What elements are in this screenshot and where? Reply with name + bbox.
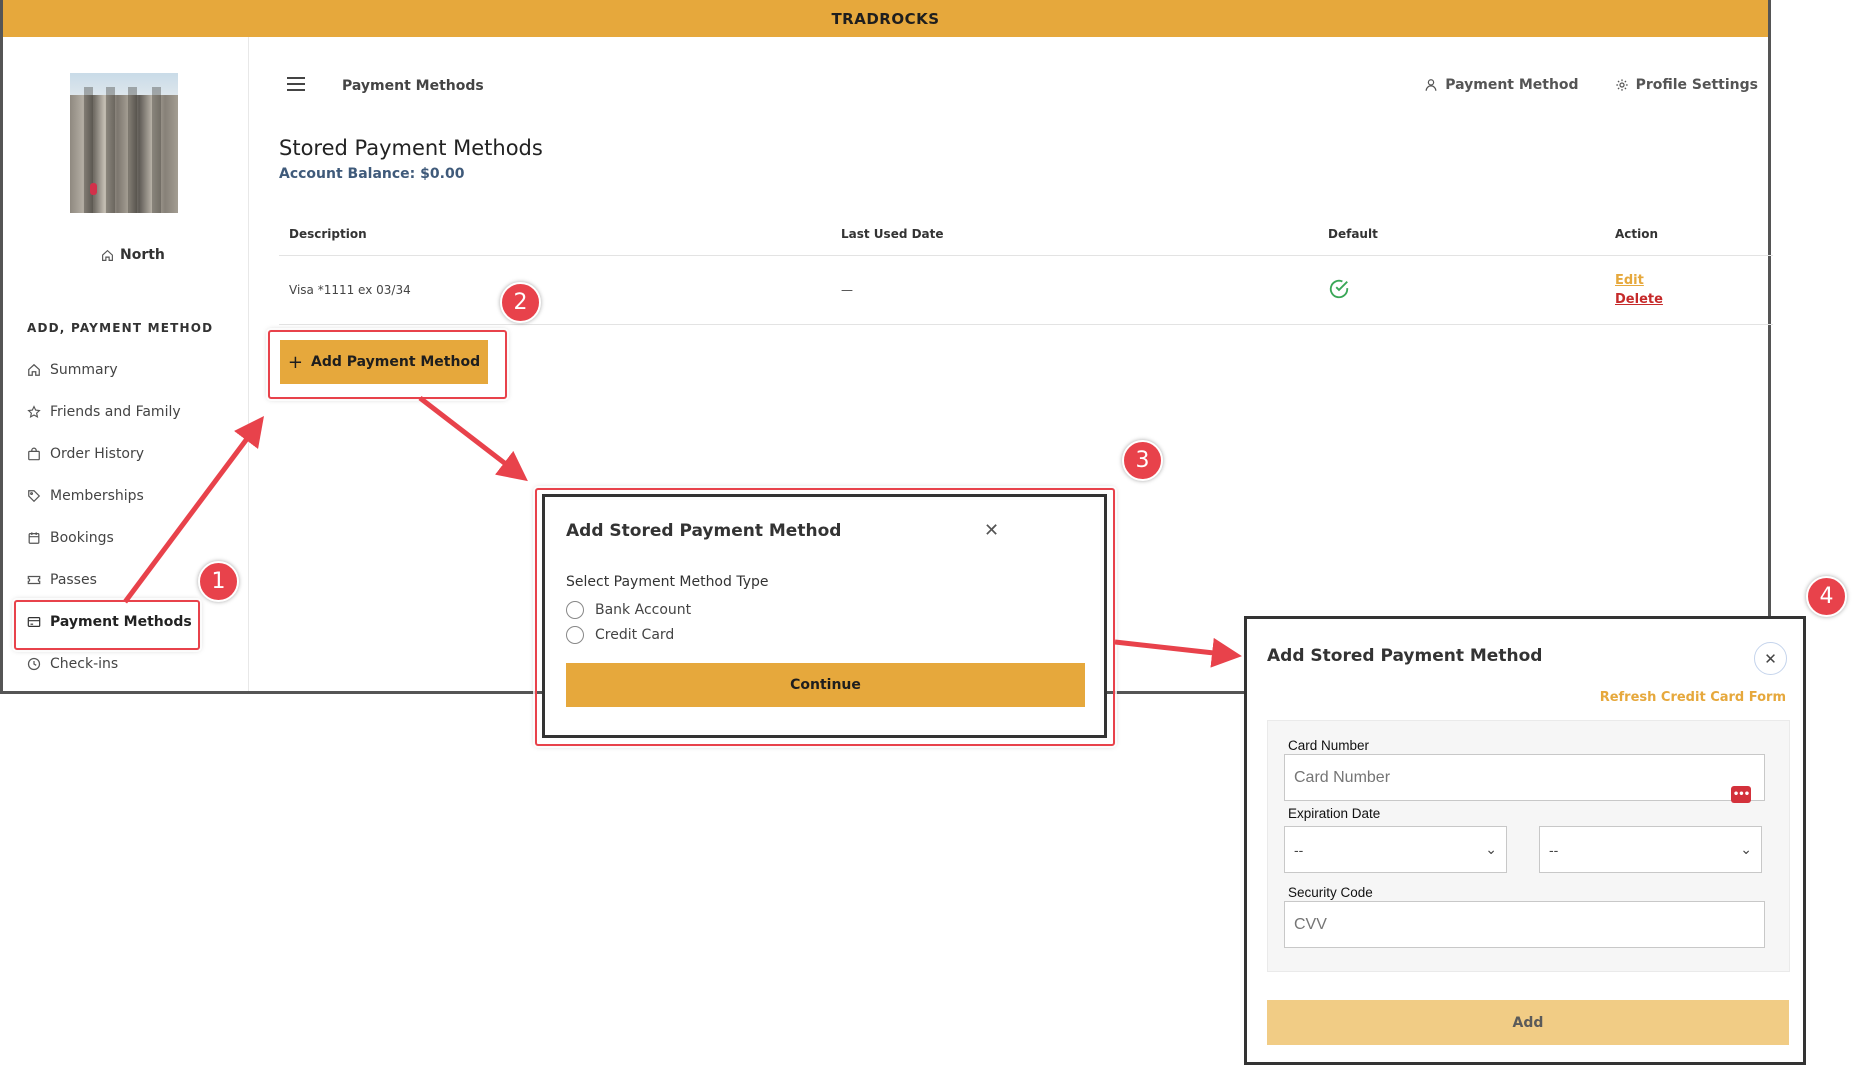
expiration-month-value: -- — [1294, 841, 1304, 858]
radio-bank-account[interactable]: Bank Account — [566, 601, 691, 619]
shopping-bag-icon — [28, 447, 40, 461]
radio-button[interactable] — [566, 601, 584, 619]
sidebar-item-payment-methods[interactable]: Payment Methods — [27, 601, 247, 643]
credit-card-form: Card Number ••• Expiration Date -- ⌄ -- … — [1267, 720, 1790, 972]
security-code-label: Security Code — [1288, 885, 1373, 900]
location-name: North — [120, 247, 165, 263]
clock-icon — [27, 657, 41, 671]
continue-button[interactable]: Continue — [566, 663, 1085, 707]
sidebar-item-friends-and-family[interactable]: Friends and Family — [27, 391, 247, 433]
account-balance: Account Balance: $0.00 — [279, 166, 465, 182]
card-number-label: Card Number — [1288, 738, 1370, 753]
profile-settings-link-label: Profile Settings — [1635, 77, 1758, 93]
expiration-month-select[interactable]: -- ⌄ — [1284, 826, 1507, 873]
sidebar-item-label: Bookings — [50, 530, 114, 546]
chevron-down-icon: ⌄ — [1740, 841, 1752, 857]
table-header: Description Last Used Date Default Actio… — [279, 213, 1773, 256]
action-cell: Edit Delete — [1615, 273, 1773, 307]
sidebar-heading: ADD, PAYMENT METHOD — [27, 321, 214, 335]
sidebar-item-bookings[interactable]: Bookings — [27, 517, 247, 559]
dialog-title: Add Stored Payment Method — [1267, 646, 1543, 666]
expiration-date-label: Expiration Date — [1288, 806, 1381, 821]
sidebar-item-order-history[interactable]: Order History — [27, 433, 247, 475]
calendar-icon — [28, 532, 40, 544]
add-button[interactable]: Add — [1267, 1000, 1789, 1045]
security-code-input[interactable] — [1284, 901, 1765, 948]
tag-icon — [28, 490, 41, 503]
dialog-title: Add Stored Payment Method — [566, 521, 842, 541]
payment-type-label: Select Payment Method Type — [566, 574, 769, 590]
column-header-last-used-date: Last Used Date — [841, 227, 944, 241]
expiration-year-value: -- — [1549, 841, 1559, 858]
sidebar-item-memberships[interactable]: Memberships — [27, 475, 247, 517]
last-used-date: — — [841, 283, 853, 297]
table-row: Visa *1111 ex 03/34 — Edit Delete — [279, 256, 1773, 325]
column-header-action: Action — [1615, 227, 1659, 241]
radio-button[interactable] — [566, 626, 584, 644]
home-icon — [102, 249, 113, 261]
user-icon — [1425, 79, 1437, 91]
sidebar-item-label: Passes — [50, 572, 97, 588]
delete-link[interactable]: Delete — [1615, 292, 1773, 307]
refresh-credit-card-form-link[interactable]: Refresh Credit Card Form — [1600, 690, 1786, 705]
credit-card-form-dialog: Add Stored Payment Method ✕ Refresh Cred… — [1244, 616, 1806, 1065]
callout-badge-4: 4 — [1806, 576, 1847, 617]
ticket-icon — [27, 575, 41, 585]
payment-methods-table: Description Last Used Date Default Actio… — [279, 213, 1773, 325]
star-icon — [27, 405, 41, 419]
gear-icon — [1615, 79, 1628, 91]
check-circle-icon — [1329, 279, 1349, 298]
sidebar-item-label: Friends and Family — [50, 404, 181, 420]
plus-icon: + — [287, 351, 303, 373]
sidebar-item-label: Payment Methods — [50, 614, 192, 630]
add-payment-method-label: Add Payment Method — [310, 354, 481, 370]
credit-card-icon — [27, 617, 41, 627]
select-payment-type-dialog: Add Stored Payment Method ✕ Select Payme… — [542, 494, 1107, 738]
hamburger-menu-icon[interactable] — [287, 77, 305, 91]
payment-method-link[interactable]: Payment Method — [1424, 77, 1579, 93]
autofill-icon[interactable]: ••• — [1731, 786, 1751, 803]
column-header-description: Description — [289, 227, 367, 241]
expiration-year-select[interactable]: -- ⌄ — [1539, 826, 1762, 873]
sidebar-item-label: Check-ins — [50, 656, 119, 672]
close-icon[interactable]: ✕ — [1754, 642, 1787, 675]
radio-label: Credit Card — [595, 627, 675, 643]
add-payment-method-button[interactable]: + Add Payment Method — [280, 340, 488, 384]
location-selector[interactable]: North — [101, 247, 165, 263]
edit-link[interactable]: Edit — [1615, 273, 1773, 288]
sidebar-item-label: Summary — [50, 362, 118, 378]
breadcrumb: Payment Methods — [342, 78, 484, 94]
sidebar-item-passes[interactable]: Passes — [27, 559, 247, 601]
sidebar-item-summary[interactable]: Summary — [27, 349, 247, 391]
radio-label: Bank Account — [595, 602, 692, 618]
sidebar: North ADD, PAYMENT METHOD Summary Friend… — [3, 37, 249, 691]
gym-photo — [70, 73, 178, 213]
chevron-down-icon: ⌄ — [1485, 841, 1497, 857]
payment-method-link-label: Payment Method — [1445, 77, 1579, 93]
profile-settings-link[interactable]: Profile Settings — [1615, 77, 1758, 93]
app-title: TRADROCKS — [831, 9, 940, 28]
card-number-input[interactable] — [1284, 754, 1765, 801]
radio-credit-card[interactable]: Credit Card — [566, 626, 674, 644]
sidebar-item-label: Memberships — [50, 488, 144, 504]
home-icon — [28, 363, 40, 376]
default-cell — [1328, 278, 1615, 303]
sidebar-item-check-ins[interactable]: Check-ins — [27, 643, 247, 685]
close-icon[interactable]: ✕ — [984, 522, 999, 540]
column-header-default: Default — [1328, 227, 1378, 241]
page-title: Stored Payment Methods — [279, 136, 543, 160]
payment-description: Visa *1111 ex 03/34 — [289, 283, 411, 297]
sidebar-nav: Summary Friends and Family Order History… — [27, 349, 247, 685]
app-title-bar: TRADROCKS — [3, 0, 1768, 37]
header-links: Payment Method Profile Settings — [1424, 77, 1758, 93]
sidebar-item-label: Order History — [50, 446, 145, 462]
